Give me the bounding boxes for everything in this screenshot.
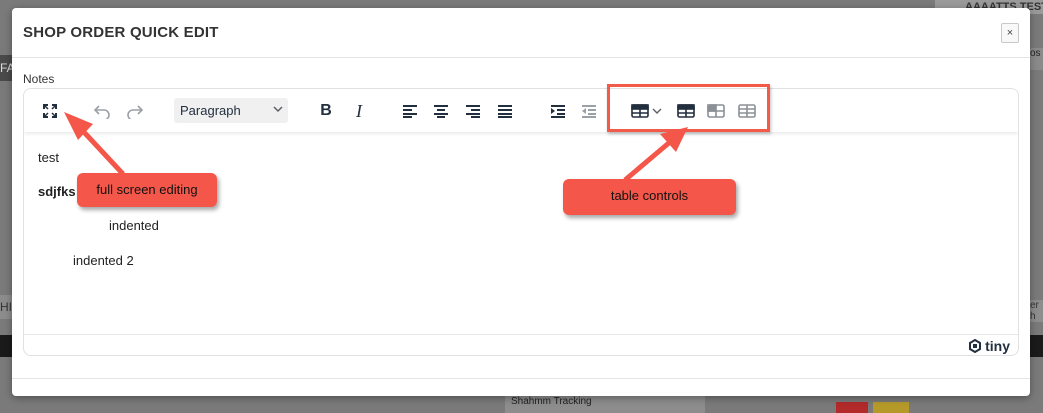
content-line: test bbox=[38, 150, 59, 165]
indent-icon bbox=[551, 105, 565, 118]
block-format-value: Paragraph bbox=[180, 103, 241, 118]
close-button[interactable]: × bbox=[1001, 23, 1019, 43]
background-left-dark-bar bbox=[0, 335, 12, 357]
redo-button[interactable] bbox=[123, 98, 147, 124]
align-left-icon bbox=[403, 105, 417, 118]
tiny-icon bbox=[969, 339, 982, 353]
align-center-button[interactable] bbox=[429, 98, 453, 124]
content-line: sdjfks bbox=[38, 184, 76, 199]
table-controls-callout: table controls bbox=[563, 179, 736, 215]
background-right-input: os bbox=[1030, 48, 1043, 70]
tiny-logo[interactable]: tiny bbox=[968, 338, 1010, 354]
align-right-button[interactable] bbox=[461, 98, 485, 124]
align-center-icon bbox=[434, 105, 448, 118]
justify-button[interactable] bbox=[493, 98, 517, 124]
fullscreen-button[interactable] bbox=[38, 98, 62, 124]
background-right-search: er h bbox=[1030, 300, 1043, 322]
fullscreen-icon bbox=[43, 104, 57, 118]
tiny-brand-text: tiny bbox=[985, 338, 1010, 354]
undo-button[interactable] bbox=[90, 98, 114, 124]
modal-header: SHOP ORDER QUICK EDIT × bbox=[12, 8, 1030, 58]
chevron-down-icon bbox=[272, 103, 284, 118]
background-right-dark-bar bbox=[1030, 335, 1043, 357]
background-bottom-field: Shahmm Tracking bbox=[505, 396, 705, 413]
content-line: indented 2 bbox=[73, 253, 134, 268]
align-left-button[interactable] bbox=[398, 98, 422, 124]
modal-footer-divider bbox=[12, 378, 1030, 379]
background-left-section: HIS bbox=[0, 295, 12, 319]
bold-button[interactable]: B bbox=[314, 98, 338, 124]
indent-button[interactable] bbox=[546, 98, 570, 124]
modal-title: SHOP ORDER QUICK EDIT bbox=[23, 24, 219, 41]
outdent-button[interactable] bbox=[577, 98, 601, 124]
align-right-icon bbox=[466, 105, 480, 118]
editor-content[interactable]: test sdjfks indented indented 2 bbox=[24, 132, 1018, 335]
redo-icon bbox=[127, 105, 144, 119]
italic-button[interactable]: I bbox=[347, 98, 371, 124]
outdent-icon bbox=[582, 105, 596, 118]
table-controls-highlight bbox=[607, 84, 770, 132]
background-yellow-button bbox=[873, 402, 909, 413]
fullscreen-callout: full screen editing bbox=[77, 173, 217, 207]
rich-text-editor[interactable]: Paragraph B I test sdjfks indented inden… bbox=[23, 88, 1019, 356]
background-left-header: FA bbox=[0, 55, 12, 81]
undo-icon bbox=[93, 105, 110, 119]
editor-statusbar: tiny bbox=[24, 334, 1018, 355]
notes-label: Notes bbox=[23, 72, 55, 86]
editor-toolbar: Paragraph B I bbox=[24, 89, 1018, 132]
block-format-select[interactable]: Paragraph bbox=[174, 98, 288, 123]
align-justify-icon bbox=[498, 105, 512, 118]
content-line: indented bbox=[109, 218, 159, 233]
background-red-button bbox=[836, 402, 868, 413]
